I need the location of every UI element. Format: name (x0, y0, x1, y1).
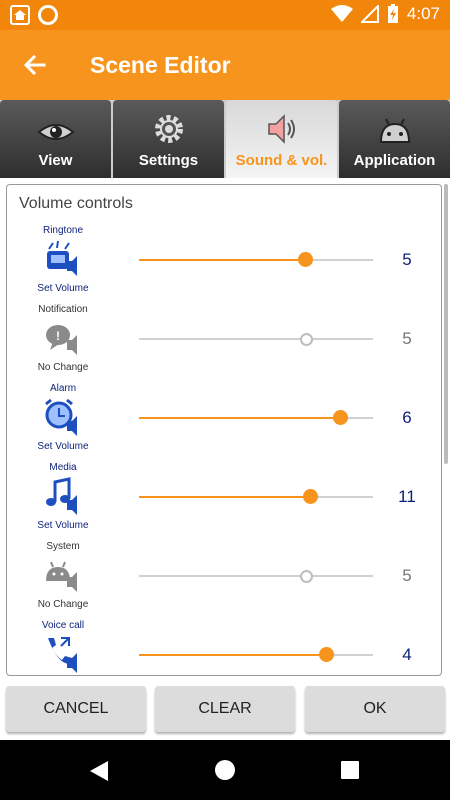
volume-slider[interactable] (139, 570, 373, 583)
battery-charging-icon (387, 4, 398, 23)
volume-value: 6 (402, 408, 412, 427)
ok-button[interactable]: OK (305, 686, 445, 732)
volume-slider[interactable] (139, 252, 373, 267)
status-bar: 4:07 (0, 0, 450, 30)
slider-fill (139, 259, 306, 261)
stream-name: Alarm (49, 383, 77, 394)
stream-name: Voice call (41, 620, 85, 631)
volume-slider[interactable] (139, 647, 373, 662)
tab-label: Settings (138, 152, 199, 169)
eye-icon (36, 124, 75, 140)
music-note-icon[interactable] (43, 476, 83, 516)
system-nav-bar (0, 740, 450, 800)
svg-text:!: ! (56, 329, 60, 343)
tab-label: Sound & vol. (235, 152, 328, 169)
slider-thumb[interactable] (298, 252, 314, 267)
slider-thumb[interactable] (300, 333, 314, 346)
stream-action: Set Volume (37, 520, 89, 531)
wifi-icon (330, 5, 353, 22)
tab-label: View (38, 152, 73, 169)
android-icon (379, 118, 410, 143)
slider-fill (139, 654, 327, 656)
tab-settings[interactable]: Settings (113, 100, 224, 178)
gear-icon (154, 115, 183, 143)
slider-thumb[interactable] (300, 570, 314, 583)
phone-call-icon[interactable] (43, 634, 83, 674)
slider-thumb[interactable] (319, 647, 335, 662)
stream-name: Media (49, 462, 77, 473)
cell-signal-icon (360, 5, 379, 23)
slider-fill (139, 417, 341, 419)
app-toolbar: Scene Editor (0, 30, 450, 100)
speaker-icon (267, 114, 295, 144)
action-bar: CANCEL CLEAR OK (0, 680, 450, 740)
section-title: Volume controls (19, 195, 133, 212)
volume-row-media: Media Set Volume 11 (7, 462, 441, 541)
slider-thumb[interactable] (302, 489, 318, 504)
volume-row-notification: Notification ! No Change 5 (7, 304, 441, 383)
slider-fill (139, 496, 310, 498)
volume-row-voice-call: Voice call 4 (7, 620, 441, 675)
alarm-clock-icon[interactable] (43, 397, 83, 437)
record-icon (38, 5, 58, 25)
tab-application[interactable]: Application (339, 100, 450, 178)
tab-bar: View Settings Sound & vol. Application (0, 100, 450, 178)
clear-button[interactable]: CLEAR (155, 686, 295, 732)
stream-name: Ringtone (42, 225, 84, 236)
volume-value: 5 (402, 329, 412, 348)
notification-icon[interactable]: ! (43, 318, 83, 358)
home-app-icon (10, 5, 30, 25)
volume-value: 11 (398, 487, 416, 506)
clock: 4:07 (406, 4, 440, 23)
volume-slider[interactable] (139, 410, 373, 425)
tab-label: Application (353, 152, 436, 169)
tab-view[interactable]: View (0, 100, 111, 178)
nav-recents-icon[interactable] (340, 760, 360, 780)
stream-action: Set Volume (37, 283, 89, 294)
nav-home-icon[interactable] (214, 759, 236, 781)
volume-value: 4 (402, 645, 412, 664)
stream-name: Notification (38, 304, 88, 315)
panel-scrollbar[interactable] (444, 184, 448, 464)
stream-action: No Change (37, 362, 89, 373)
volume-controls-panel: Volume controls Ringtone Set Volume 5 No… (6, 184, 442, 676)
ringing-phone-icon[interactable] (43, 239, 83, 279)
volume-value: 5 (402, 250, 412, 269)
volume-row-system: System No Change 5 (7, 541, 441, 620)
back-arrow-icon[interactable] (20, 50, 50, 80)
volume-row-alarm: Alarm Set Volume 6 (7, 383, 441, 462)
volume-slider[interactable] (139, 333, 373, 346)
volume-row-ringtone: Ringtone Set Volume 5 (7, 225, 441, 304)
android-system-icon[interactable] (43, 555, 83, 595)
nav-back-icon[interactable] (88, 760, 110, 782)
stream-name: System (46, 541, 80, 552)
page-title: Scene Editor (90, 52, 231, 78)
volume-slider[interactable] (139, 489, 373, 504)
tab-sound-volume[interactable]: Sound & vol. (226, 100, 337, 178)
stream-action: Set Volume (37, 441, 89, 452)
stream-action: No Change (37, 599, 89, 610)
cancel-button[interactable]: CANCEL (6, 686, 146, 732)
slider-thumb[interactable] (333, 410, 349, 425)
volume-value: 5 (402, 566, 412, 585)
